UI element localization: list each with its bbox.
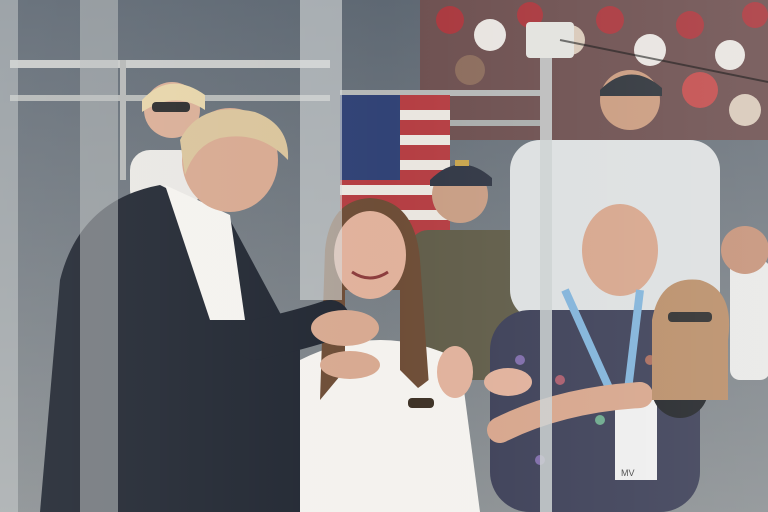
photo-illustration: MV (0, 0, 768, 512)
glass-clamp (526, 22, 574, 58)
glass-edge-right (540, 40, 552, 512)
photo-scene: MV (0, 0, 768, 512)
glass-post-left (80, 0, 118, 512)
glass-post-center (300, 0, 342, 300)
glass-partition (0, 0, 768, 512)
